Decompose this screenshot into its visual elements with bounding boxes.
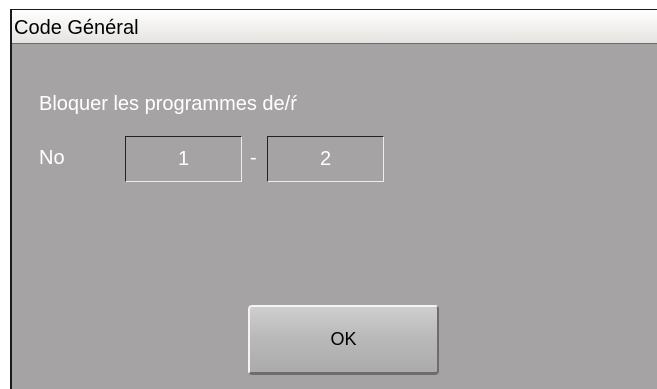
code-general-dialog: Code Général Bloquer les programmes de/ŕ… xyxy=(10,9,657,389)
number-label: No xyxy=(39,147,65,169)
range-separator: - xyxy=(250,147,257,169)
ok-button[interactable]: OK xyxy=(248,305,439,375)
title-bar: Code Général xyxy=(12,10,657,44)
range-end-field[interactable]: 2 xyxy=(267,136,384,182)
block-programs-prompt: Bloquer les programmes de/ŕ xyxy=(39,93,297,115)
dialog-title: Code Général xyxy=(14,17,139,39)
range-start-field[interactable]: 1 xyxy=(125,136,242,182)
